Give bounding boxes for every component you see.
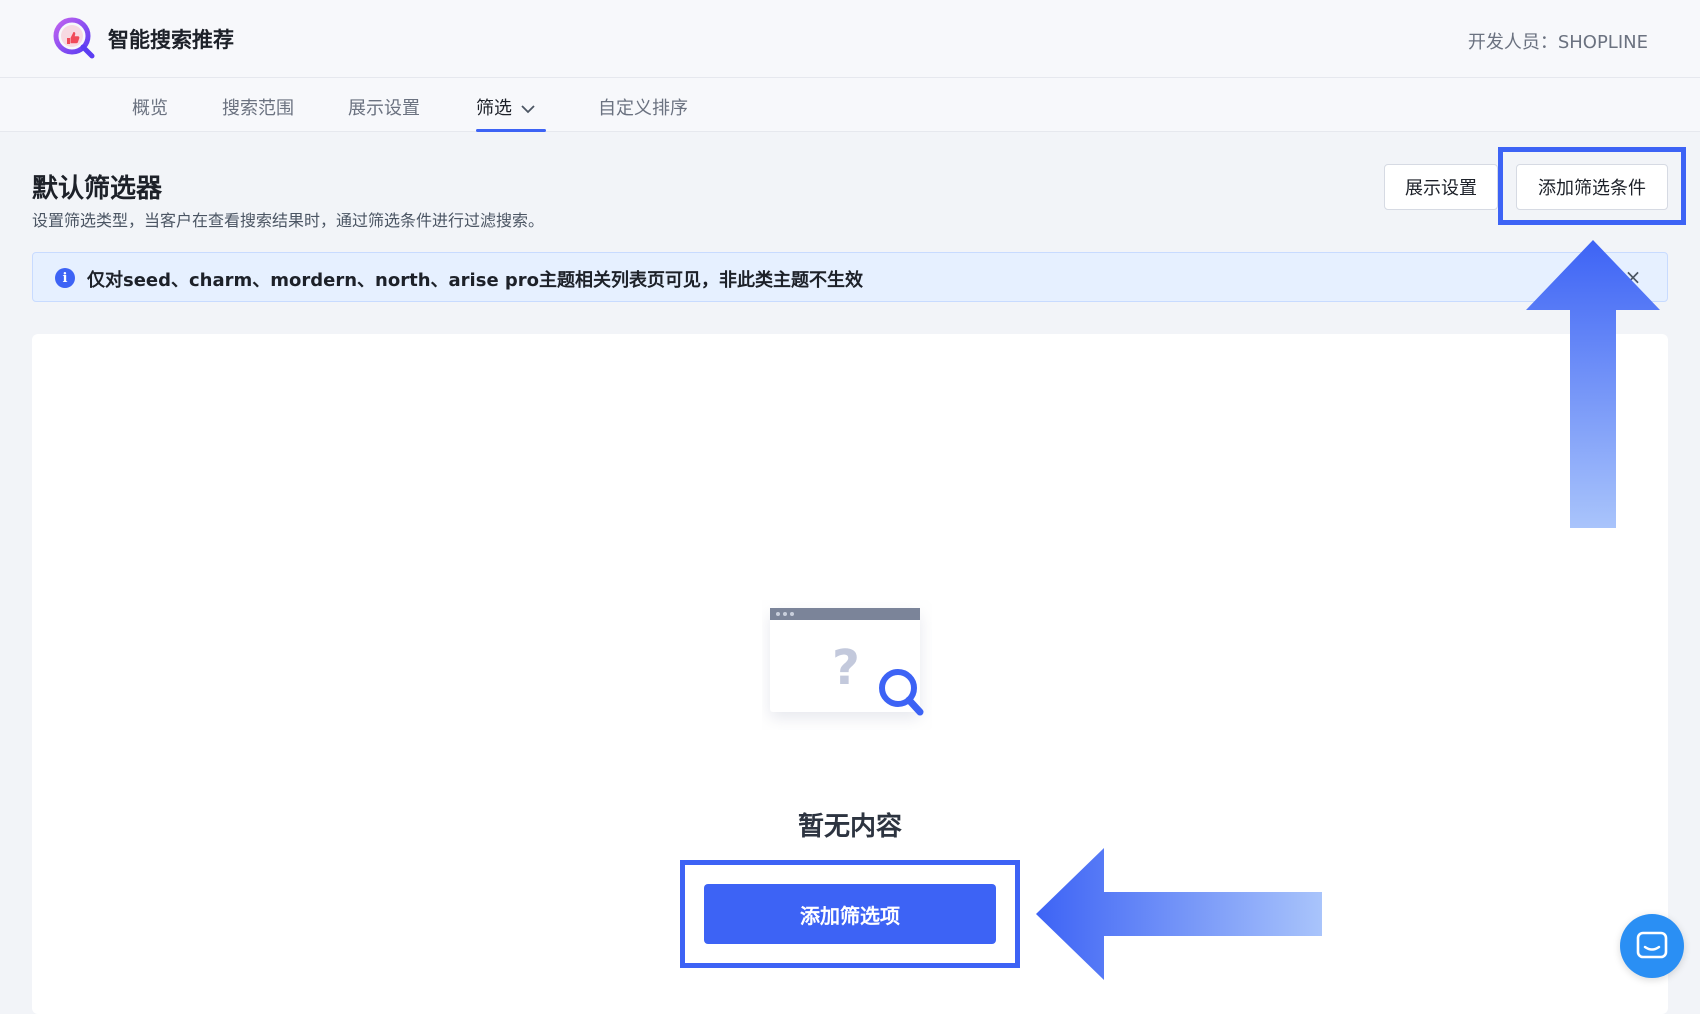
tab-filter[interactable]: 筛选	[476, 94, 546, 132]
tab-overview[interactable]: 概览	[132, 94, 168, 132]
app-title: 智能搜索推荐	[108, 28, 234, 52]
developer-label: 开发人员：SHOPLINE	[1467, 32, 1648, 53]
tab-search-scope[interactable]: 搜索范围	[222, 94, 294, 132]
page-description: 设置筛选类型，当客户在查看搜索结果时，通过筛选条件进行过滤搜索。	[32, 211, 545, 230]
svg-text:?: ?	[832, 640, 860, 696]
app-logo-icon	[53, 17, 95, 59]
notice-text: 仅对seed、charm、mordern、north、arise pro主题相关…	[87, 270, 864, 291]
chevron-down-icon	[521, 105, 535, 114]
info-icon: i	[55, 268, 75, 288]
empty-state-text: 暂无内容	[797, 812, 902, 842]
add-filter-condition-button[interactable]: 添加筛选条件	[1516, 164, 1668, 210]
display-settings-button[interactable]: 展示设置	[1384, 164, 1498, 210]
tab-bar: 概览 搜索范围 展示设置 筛选 自定义排序	[0, 78, 1700, 132]
chat-button[interactable]	[1620, 914, 1684, 978]
notice-banner: i 仅对seed、charm、mordern、north、arise pro主题…	[32, 252, 1668, 302]
empty-state-illustration: ?	[770, 608, 924, 716]
chat-bubble-icon	[1636, 931, 1668, 959]
page-title: 默认筛选器	[32, 174, 163, 204]
tab-custom-sort[interactable]: 自定义排序	[598, 94, 688, 132]
close-icon[interactable]: ×	[1621, 265, 1645, 289]
top-bar: 智能搜索推荐 开发人员：SHOPLINE	[0, 0, 1700, 78]
tab-filter-label: 筛选	[476, 98, 512, 119]
tab-display-settings[interactable]: 展示设置	[348, 94, 420, 132]
add-filter-item-button[interactable]: 添加筛选项	[704, 884, 996, 944]
